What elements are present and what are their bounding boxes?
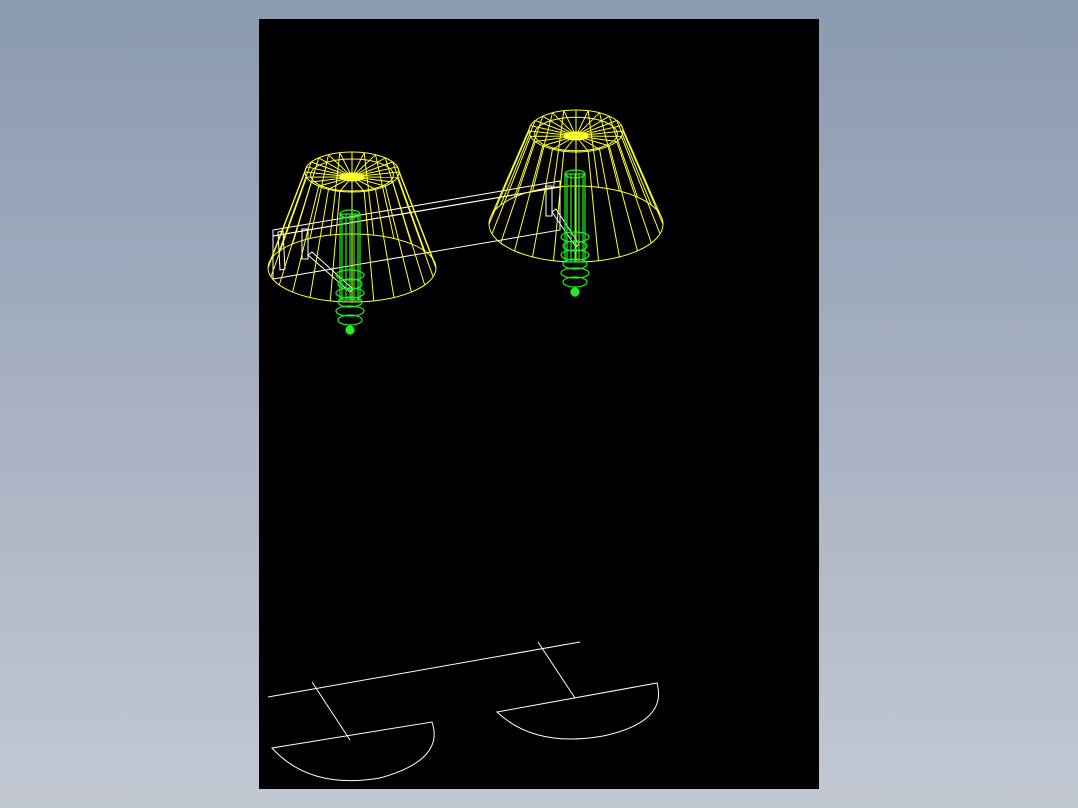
plan-arm-left (311, 681, 351, 741)
shade-rib (309, 189, 329, 298)
lamp-1 (267, 151, 437, 335)
plan-wall-line (267, 641, 581, 698)
lamp-arm (545, 185, 580, 248)
shade-rib (620, 125, 661, 215)
shade-rib (375, 189, 395, 298)
plan-arm-right (537, 641, 576, 699)
plan-shade-right (495, 682, 659, 740)
shade-rib (491, 136, 532, 235)
lamp-body (560, 169, 590, 297)
shade-rib (620, 136, 661, 235)
wall-bar-face (272, 186, 561, 280)
shade-rib (552, 151, 565, 261)
shade-rib (491, 125, 532, 215)
lamp-body (335, 209, 365, 335)
shade-rib (599, 149, 620, 258)
cad-viewport[interactable] (0, 0, 1078, 808)
shade-rib (396, 177, 434, 277)
lamp-2 (488, 109, 664, 297)
plan-view (267, 641, 659, 782)
plan-shade-left (271, 721, 435, 782)
shade-rib (532, 149, 553, 258)
arm-bracket (545, 185, 553, 217)
body-finial (345, 325, 355, 335)
shade-rib (270, 177, 308, 277)
shade-rib (309, 154, 329, 239)
shade-rib (587, 151, 600, 261)
drawing-canvas (267, 109, 664, 782)
body-finial (570, 287, 580, 297)
shade-rib (608, 115, 638, 198)
shade-rib (363, 191, 375, 301)
